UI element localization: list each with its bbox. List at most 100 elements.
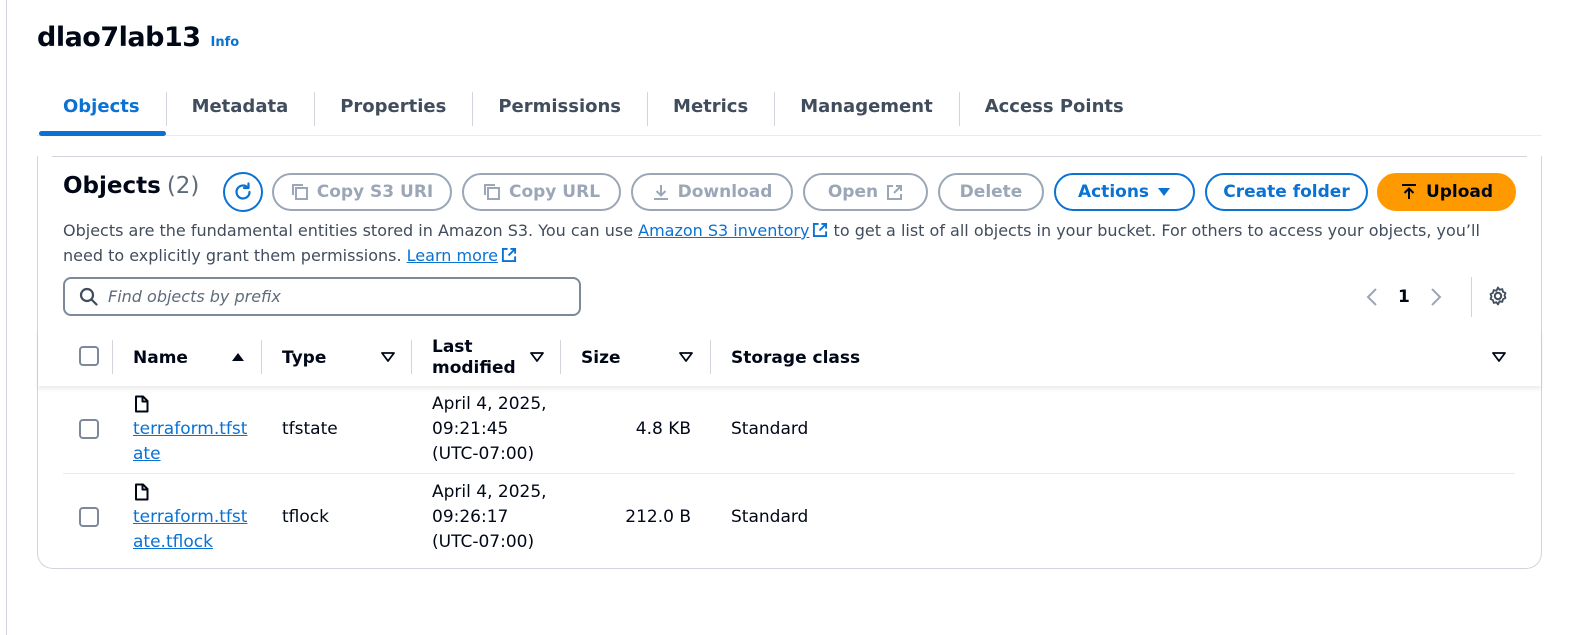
copy-url-label: Copy URL	[508, 182, 601, 202]
table-row: terraform.tfstate tfstate April 4, 2025,…	[63, 387, 1515, 474]
last-modified-label-line2: modified	[432, 358, 516, 378]
column-divider	[411, 340, 412, 374]
bucket-header: dlao7lab13 Info	[37, 22, 239, 53]
pagination: 1	[1366, 281, 1442, 313]
caret-down-icon	[1158, 188, 1171, 196]
tab-access-points[interactable]: Access Points	[958, 84, 1150, 128]
object-name-label: terraform.tfstate	[133, 419, 248, 464]
upload-label: Upload	[1425, 182, 1494, 202]
page-title: dlao7lab13	[37, 22, 201, 53]
copy-icon	[483, 184, 500, 200]
modified-date: April 4, 2025,	[432, 394, 547, 414]
sort-icon[interactable]	[679, 351, 693, 363]
column-header-size[interactable]: Size	[581, 330, 621, 386]
chevron-right-icon[interactable]	[1430, 287, 1442, 307]
column-header-last-modified[interactable]: Last modified	[432, 330, 516, 386]
column-divider	[710, 340, 711, 374]
external-link-icon	[501, 247, 516, 263]
tab-metadata[interactable]: Metadata	[165, 84, 315, 128]
column-divider	[112, 340, 113, 374]
copy-s3-uri-button[interactable]: Copy S3 URI	[272, 173, 452, 211]
row-checkbox[interactable]	[79, 419, 99, 439]
search-box	[63, 277, 581, 316]
object-name-label: terraform.tfstate.tflock	[133, 507, 248, 552]
select-all-checkbox[interactable]	[79, 346, 99, 366]
download-button[interactable]: Download	[631, 173, 793, 211]
file-icon	[135, 395, 149, 413]
column-header-name[interactable]: Name	[133, 330, 188, 386]
upload-button[interactable]: Upload	[1377, 173, 1516, 211]
create-folder-button[interactable]: Create folder	[1205, 173, 1368, 211]
object-last-modified: April 4, 2025, 09:21:45 (UTC-07:00)	[432, 392, 547, 467]
row-checkbox[interactable]	[79, 507, 99, 527]
modified-timezone: (UTC-07:00)	[432, 532, 535, 552]
refresh-icon	[235, 182, 251, 200]
download-label: Download	[677, 182, 773, 202]
object-type: tfstate	[282, 419, 338, 439]
objects-heading: Objects (2)	[63, 173, 199, 199]
delete-button[interactable]: Delete	[938, 173, 1044, 211]
sort-icon[interactable]	[1492, 351, 1506, 363]
table-row: terraform.tfstate.tflock tflock April 4,…	[63, 475, 1515, 562]
table-settings-button[interactable]	[1487, 285, 1509, 311]
gear-icon	[1489, 286, 1507, 306]
object-last-modified: April 4, 2025, 09:26:17 (UTC-07:00)	[432, 480, 547, 555]
sort-icon[interactable]	[381, 351, 395, 363]
tab-properties[interactable]: Properties	[314, 84, 472, 128]
sort-ascending-icon[interactable]	[231, 351, 245, 363]
current-page-number[interactable]: 1	[1398, 287, 1410, 307]
last-modified-label-line1: Last	[432, 337, 473, 357]
column-divider	[560, 340, 561, 374]
column-header-storage-class[interactable]: Storage class	[731, 330, 860, 386]
column-header-type[interactable]: Type	[282, 330, 326, 386]
open-button[interactable]: Open	[803, 173, 928, 211]
object-name-link[interactable]: terraform.tfstate.tflock	[133, 505, 248, 555]
pagination-divider	[1471, 277, 1472, 317]
actions-dropdown-button[interactable]: Actions	[1054, 173, 1195, 211]
tab-metrics[interactable]: Metrics	[647, 84, 774, 128]
objects-title: Objects	[63, 173, 161, 199]
table-header: Name Type Last modified Size Storage cla…	[38, 330, 1541, 386]
external-link-icon	[813, 222, 828, 238]
object-size: 4.8 KB	[635, 419, 691, 439]
tab-management[interactable]: Management	[774, 84, 959, 128]
s3-inventory-link-label: Amazon S3 inventory	[638, 221, 810, 240]
objects-count: (2)	[166, 173, 200, 199]
object-size: 212.0 B	[625, 507, 691, 527]
description-text-1: Objects are the fundamental entities sto…	[63, 221, 639, 240]
column-divider	[261, 340, 262, 374]
learn-more-label: Learn more	[406, 246, 498, 265]
search-icon	[79, 287, 98, 306]
external-link-icon	[887, 184, 903, 200]
learn-more-link[interactable]: Learn more	[407, 246, 498, 265]
object-type: tflock	[282, 507, 329, 527]
create-folder-label: Create folder	[1223, 182, 1350, 202]
open-label: Open	[827, 182, 879, 202]
tab-permissions[interactable]: Permissions	[472, 84, 647, 128]
modified-date: April 4, 2025,	[432, 482, 547, 502]
download-icon	[653, 185, 668, 200]
copy-url-button[interactable]: Copy URL	[462, 173, 621, 211]
object-storage-class: Standard	[731, 507, 809, 527]
search-input[interactable]	[108, 287, 548, 306]
chevron-left-icon[interactable]	[1366, 287, 1378, 307]
object-name-link[interactable]: terraform.tfstate	[133, 417, 248, 467]
copy-icon	[291, 184, 308, 200]
modified-time: 09:21:45	[432, 419, 509, 439]
upload-icon	[1401, 184, 1416, 199]
tab-bar: Objects Metadata Properties Permissions …	[37, 84, 1542, 136]
info-link[interactable]: Info	[211, 35, 240, 50]
file-icon	[135, 483, 149, 501]
delete-label: Delete	[959, 182, 1023, 202]
tab-objects[interactable]: Objects	[37, 84, 166, 136]
objects-description: Objects are the fundamental entities sto…	[63, 218, 1513, 268]
sort-icon[interactable]	[530, 351, 544, 363]
refresh-button[interactable]	[223, 172, 263, 212]
actions-label: Actions	[1077, 182, 1150, 202]
object-storage-class: Standard	[731, 419, 809, 439]
modified-timezone: (UTC-07:00)	[432, 444, 535, 464]
left-edge-divider	[6, 0, 7, 635]
copy-s3-uri-label: Copy S3 URI	[316, 182, 434, 202]
s3-inventory-link[interactable]: Amazon S3 inventory	[638, 221, 809, 240]
modified-time: 09:26:17	[432, 507, 509, 527]
